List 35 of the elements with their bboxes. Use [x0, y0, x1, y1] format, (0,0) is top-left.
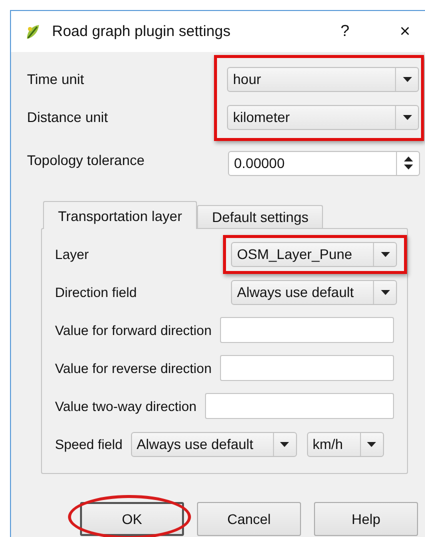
- dropdown[interactable]: kilometer: [227, 104, 419, 130]
- field-label: Topology tolerance: [27, 151, 146, 170]
- field-label: Layer: [55, 246, 89, 262]
- dialog-button[interactable]: Cancel: [197, 502, 301, 536]
- tab[interactable]: Transportation layer: [43, 201, 197, 229]
- caret-icon: [402, 114, 412, 120]
- dropdown[interactable]: hour: [227, 66, 419, 92]
- field-label: Time unit: [27, 70, 86, 89]
- dropdown[interactable]: Always use default: [130, 432, 297, 456]
- caret-icon: [280, 442, 290, 446]
- field-label: Value two-way direction: [55, 398, 197, 414]
- spin-box[interactable]: 0.00000: [228, 150, 420, 176]
- dialog-button[interactable]: Help: [314, 502, 418, 536]
- dialog-button[interactable]: OK: [80, 502, 184, 536]
- dropdown[interactable]: km/h: [306, 432, 384, 456]
- caret-icon: [380, 252, 390, 256]
- dropdown[interactable]: OSM_Layer_Pune: [231, 242, 397, 266]
- input-field[interactable]: [220, 355, 394, 381]
- field-label: Value for reverse direction: [55, 360, 212, 376]
- input-field[interactable]: [220, 317, 394, 343]
- field-label: Speed field: [55, 436, 123, 452]
- caret-icon: [380, 290, 390, 294]
- window-title: Road graph plugin settings: [52, 23, 232, 40]
- leaf-icon: [24, 22, 42, 40]
- field-label: Value for forward direction: [55, 322, 212, 338]
- dropdown[interactable]: Always use default: [231, 280, 397, 304]
- field-label: Direction field: [55, 284, 137, 300]
- tab[interactable]: Default settings: [196, 205, 324, 228]
- caret-icon: [402, 76, 412, 82]
- close-button[interactable]: ×: [393, 21, 417, 42]
- field-label: Distance unit: [27, 108, 109, 127]
- input-field[interactable]: [204, 393, 394, 419]
- caret-icon: [367, 442, 376, 446]
- help-button[interactable]: ?: [333, 22, 357, 40]
- spin-arrows-icon: [404, 156, 412, 170]
